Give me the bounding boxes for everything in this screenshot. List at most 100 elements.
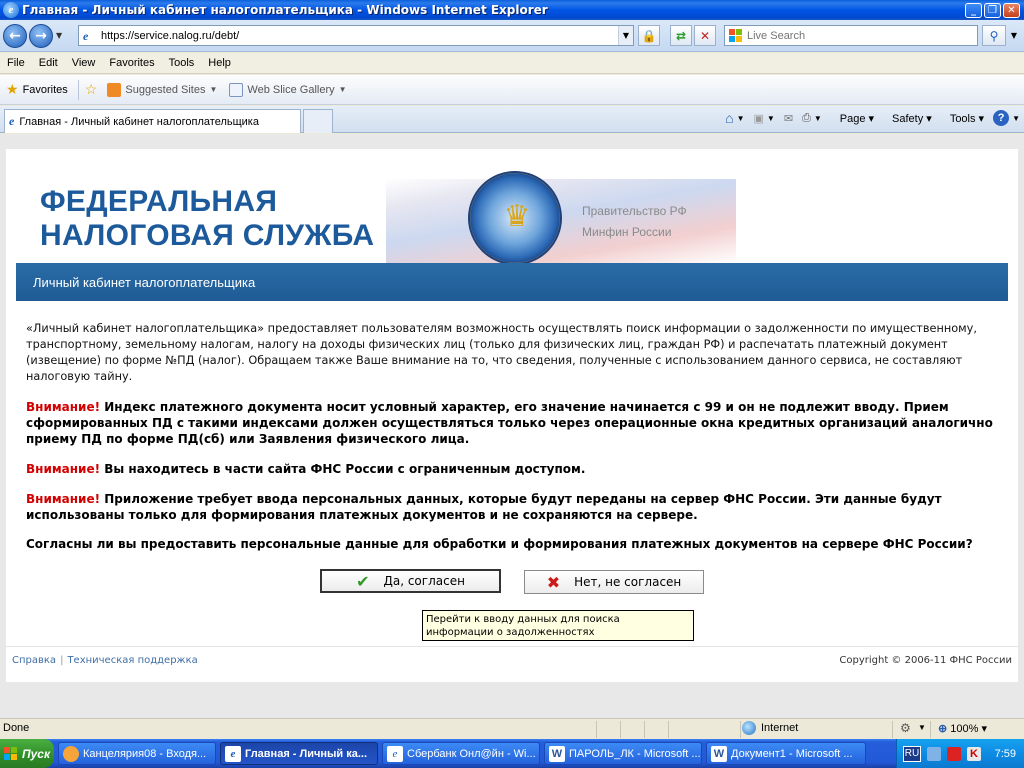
support-link[interactable]: Техническая поддержка (67, 655, 197, 666)
taskbar-item[interactable]: Канцелярия08 - Входя... (58, 742, 216, 765)
site-title-line1: ФЕДЕРАЛЬНАЯ (40, 185, 278, 218)
antivirus-icon[interactable] (947, 746, 961, 761)
ie-icon: e (225, 745, 241, 762)
warning-label: Внимание! (26, 400, 101, 414)
status-divider (930, 721, 931, 738)
safety-menu[interactable]: Safety ▾ (883, 112, 932, 125)
search-options-dropdown[interactable]: ▼ (1008, 25, 1020, 46)
chevron-down-icon[interactable]: ▼ (918, 723, 926, 732)
menu-view[interactable]: View (65, 57, 103, 69)
print-dropdown[interactable]: ▼ (814, 114, 822, 123)
menu-bar: File Edit View Favorites Tools Help (0, 53, 1024, 74)
add-favorite-icon[interactable]: ☆ (85, 81, 98, 98)
chevron-down-icon: ▼ (209, 85, 218, 94)
search-button[interactable]: ⚲ (982, 25, 1006, 46)
search-input[interactable] (747, 29, 977, 42)
page-icon: e (83, 28, 89, 43)
taskbar-item[interactable]: W Документ1 - Microsoft ... (706, 742, 866, 765)
status-divider (596, 721, 597, 738)
lock-icon[interactable]: 🔒 (638, 25, 660, 46)
main-content: «Личный кабинет налогоплательщика» предо… (26, 321, 996, 551)
mail-app-icon (63, 745, 79, 762)
web-slice-gallery-link[interactable]: Web Slice Gallery ▼ (223, 82, 352, 97)
menu-file[interactable]: File (0, 57, 32, 69)
feeds-dropdown[interactable]: ▼ (767, 114, 775, 123)
status-divider (740, 721, 741, 738)
system-tray: RU K 7:59 (896, 739, 1024, 768)
feeds-icon[interactable]: ▣ (753, 112, 763, 125)
windows-taskbar: Пуск Канцелярия08 - Входя... e Главная -… (0, 739, 1024, 768)
chevron-down-icon: ▼ (338, 85, 347, 94)
language-indicator[interactable]: RU (903, 745, 921, 762)
start-button[interactable]: Пуск (0, 739, 54, 768)
agree-button[interactable]: ✔ Да, согласен (320, 569, 501, 593)
warning-personal-data-text: Приложение требует ввода персональных да… (26, 492, 942, 522)
status-divider (668, 721, 669, 738)
menu-help[interactable]: Help (201, 57, 238, 69)
address-dropdown-button[interactable]: ▼ (618, 26, 633, 45)
taskbar-item[interactable]: W ПАРОЛЬ_ЛК - Microsoft ... (544, 742, 702, 765)
ie-icon: e (387, 745, 403, 762)
security-zone[interactable]: Internet (742, 721, 798, 735)
section-title: Личный кабинет налогоплательщика (33, 274, 256, 290)
navigation-bar: ← → ▼ e https://service.nalog.ru/debt/ ▼… (0, 20, 1024, 52)
menu-edit[interactable]: Edit (32, 57, 65, 69)
maximize-button[interactable]: ❐ (984, 2, 1001, 18)
address-bar[interactable]: e https://service.nalog.ru/debt/ ▼ (78, 25, 634, 46)
minimize-button[interactable]: _ (965, 2, 982, 18)
protected-mode-icon[interactable]: ⚙ (900, 721, 911, 735)
disagree-button[interactable]: ✖ Нет, не согласен (524, 570, 704, 594)
gov-link-minfin[interactable]: Минфин России (582, 222, 687, 243)
home-dropdown[interactable]: ▼ (737, 114, 745, 123)
zoom-level[interactable]: ⊕ 100% ▾ (938, 722, 987, 735)
agree-button-label: Да, согласен (383, 574, 465, 588)
help-icon[interactable]: ? (993, 110, 1010, 126)
taskbar-item-active[interactable]: e Главная - Личный ка... (220, 742, 378, 765)
print-icon[interactable]: ⎙ (802, 112, 811, 125)
help-link[interactable]: Справка (12, 655, 56, 666)
taskbar-item[interactable]: e Сбербанк Онл@йн - Wi... (382, 742, 540, 765)
word-icon: W (711, 745, 727, 762)
tools-menu[interactable]: Tools ▾ (941, 112, 984, 125)
kaspersky-icon[interactable]: K (967, 746, 981, 761)
favorites-label: Favorites (22, 83, 68, 96)
tab-active[interactable]: e Главная - Личный кабинет налогоплатель… (4, 109, 301, 133)
globe-icon (742, 721, 756, 735)
tab-bar: e Главная - Личный кабинет налогоплатель… (0, 106, 1024, 133)
status-divider (644, 721, 645, 738)
back-button[interactable]: ← (3, 23, 27, 48)
footer-links: Справка | Техническая поддержка (12, 655, 198, 666)
gov-link-government[interactable]: Правительство РФ (582, 201, 687, 222)
network-icon[interactable] (927, 746, 941, 761)
favorites-bar: ★ Favorites ☆ Suggested Sites ▼ Web Slic… (0, 75, 1024, 105)
warning-label: Внимание! (26, 462, 101, 476)
new-tab-button[interactable] (303, 109, 333, 133)
warning-index: Внимание! Индекс платежного документа но… (26, 399, 996, 447)
warning-index-text: Индекс платежного документа носит условн… (26, 400, 993, 446)
help-dropdown[interactable]: ▼ (1012, 114, 1020, 123)
menu-tools[interactable]: Tools (162, 57, 202, 69)
menu-favorites[interactable]: Favorites (102, 57, 161, 69)
address-url[interactable]: https://service.nalog.ru/debt/ (101, 30, 618, 42)
search-box[interactable] (724, 25, 978, 46)
home-icon[interactable]: ⌂ (725, 110, 733, 126)
live-search-icon (729, 28, 743, 43)
stop-button[interactable]: ✕ (694, 25, 716, 46)
mail-icon[interactable]: ✉ (784, 112, 793, 125)
favorites-button[interactable]: ★ Favorites (0, 81, 74, 98)
recent-pages-dropdown[interactable]: ▼ (56, 31, 66, 40)
close-button[interactable]: ✕ (1003, 2, 1020, 18)
gov-links: Правительство РФ Минфин России (582, 201, 687, 243)
site-title: ФЕДЕРАЛЬНАЯ НАЛОГОВАЯ СЛУЖБА (40, 185, 374, 253)
suggested-sites-label: Suggested Sites (125, 83, 206, 96)
forward-button[interactable]: → (29, 23, 53, 48)
suggested-sites-link[interactable]: Suggested Sites ▼ (101, 82, 223, 97)
refresh-button[interactable]: ⇄ (670, 25, 692, 46)
word-icon: W (549, 745, 565, 762)
favorites-star-icon: ★ (6, 81, 19, 97)
tab-label: Главная - Личный кабинет налогоплательщи… (19, 115, 259, 128)
page-menu[interactable]: Page ▾ (831, 112, 874, 125)
start-label: Пуск (22, 746, 51, 761)
checkmark-icon: ✔ (356, 571, 370, 591)
suggested-sites-icon (107, 82, 122, 97)
